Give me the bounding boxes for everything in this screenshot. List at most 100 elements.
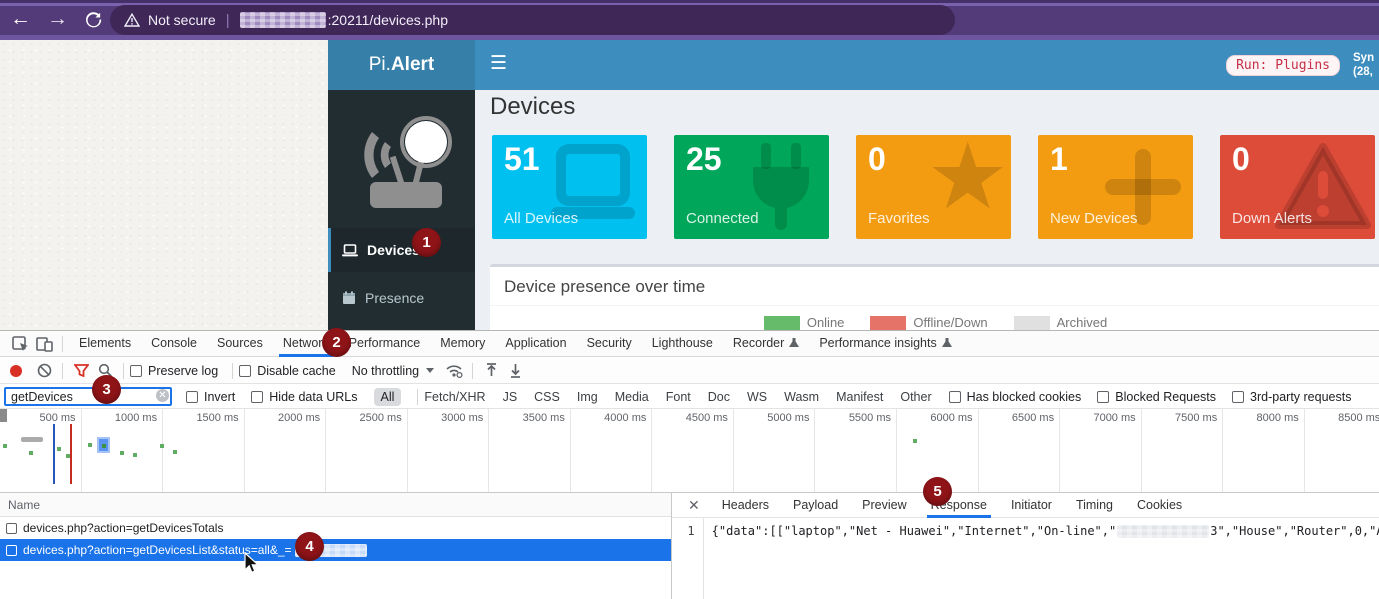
back-icon[interactable]: ← — [10, 6, 31, 32]
tab-performance[interactable]: Performance — [339, 331, 431, 357]
clear-network-log-icon[interactable] — [32, 361, 56, 381]
tab-headers[interactable]: Headers — [710, 493, 781, 518]
devtools-panel: Elements Console Sources Network Perform… — [0, 330, 1379, 599]
tab-preview[interactable]: Preview — [850, 493, 918, 518]
type-filter-css[interactable]: CSS — [534, 390, 560, 404]
network-bottom-split: Name devices.php?action=getDevicesTotals… — [0, 493, 1379, 599]
has-blocked-cookies-checkbox[interactable] — [949, 391, 961, 403]
type-filter-js[interactable]: JS — [503, 390, 518, 404]
request-row-selected[interactable]: devices.php?action=getDevicesList&status… — [0, 539, 671, 561]
invert-checkbox[interactable] — [186, 391, 198, 403]
tab-payload[interactable]: Payload — [781, 493, 850, 518]
timeline-tick: 3500 ms — [489, 409, 571, 492]
reload-icon[interactable] — [84, 10, 103, 29]
export-har-icon[interactable] — [503, 361, 527, 381]
request-list: Name devices.php?action=getDevicesTotals… — [0, 493, 672, 599]
type-filter-doc[interactable]: Doc — [708, 390, 730, 404]
divider — [232, 363, 233, 379]
tab-elements[interactable]: Elements — [69, 331, 141, 357]
card-label: Connected — [686, 210, 759, 227]
screenshot-root: ← → Not secure | :20211/devices.php Pi.A… — [0, 0, 1379, 599]
card-down-alerts[interactable]: 0 Down Alerts — [1220, 135, 1375, 239]
card-favorites[interactable]: 0 ★ Favorites — [856, 135, 1011, 239]
request-detail-pane: ✕ Headers Payload Preview Response Initi… — [672, 493, 1379, 599]
device-toolbar-icon[interactable] — [32, 334, 56, 354]
has-blocked-cookies[interactable]: Has blocked cookies — [949, 390, 1082, 404]
forward-icon[interactable]: → — [47, 6, 68, 32]
type-filter-fetch-xhr[interactable]: Fetch/XHR — [424, 390, 485, 404]
tab-sources[interactable]: Sources — [207, 331, 273, 357]
import-har-icon[interactable] — [479, 361, 503, 381]
app-navbar: ☰ Run: Plugins Syn(28, — [475, 40, 1379, 90]
card-new-devices[interactable]: 1 New Devices — [1038, 135, 1193, 239]
timeline-tick: 2000 ms — [245, 409, 327, 492]
clear-filter-icon[interactable]: ✕ — [156, 389, 169, 402]
waterfall-dot — [57, 447, 61, 451]
tab-timing[interactable]: Timing — [1064, 493, 1125, 518]
filter-input[interactable] — [4, 387, 172, 406]
record-network-log-icon[interactable] — [10, 365, 22, 377]
waterfall-dot — [3, 444, 7, 448]
menu-toggle-icon[interactable]: ☰ — [490, 52, 507, 75]
divider — [417, 389, 418, 405]
invert-filter[interactable]: Invert — [186, 390, 235, 404]
experiment-icon — [789, 332, 799, 357]
sidebar-item-presence[interactable]: Presence — [328, 276, 475, 320]
type-filter-wasm[interactable]: Wasm — [784, 390, 819, 404]
app-sidebar: Devices Presence — [328, 90, 475, 330]
type-filter-ws[interactable]: WS — [747, 390, 767, 404]
card-connected[interactable]: 25 Connected — [674, 135, 829, 239]
network-toolbar: Preserve log Disable cache No throttling — [0, 358, 1379, 384]
tab-memory[interactable]: Memory — [430, 331, 495, 357]
close-icon[interactable]: ✕ — [678, 497, 710, 514]
redacted-host — [240, 12, 326, 28]
waterfall-bar — [21, 437, 43, 442]
hide-data-urls[interactable]: Hide data URLs — [251, 390, 357, 404]
request-row[interactable]: devices.php?action=getDevicesTotals — [0, 517, 671, 539]
filter-icon[interactable] — [69, 361, 93, 381]
type-filter-manifest[interactable]: Manifest — [836, 390, 883, 404]
tab-console[interactable]: Console — [141, 331, 207, 357]
network-conditions-icon[interactable] — [442, 361, 466, 381]
card-all-devices[interactable]: 51 All Devices — [492, 135, 647, 239]
third-party-requests[interactable]: 3rd-party requests — [1232, 390, 1351, 404]
tab-application[interactable]: Application — [495, 331, 576, 357]
run-plugins-button[interactable]: Run: Plugins — [1226, 55, 1340, 76]
url-field[interactable]: Not secure | :20211/devices.php — [110, 5, 955, 35]
waterfall-dot — [160, 444, 164, 448]
timeline-tick: 4000 ms — [571, 409, 653, 492]
type-filter-img[interactable]: Img — [577, 390, 598, 404]
throttling-select[interactable]: No throttling — [352, 364, 434, 378]
timeline-scroll-nub — [0, 409, 7, 422]
inspect-element-icon[interactable] — [8, 334, 32, 354]
app-brand[interactable]: Pi.Alert — [328, 40, 475, 90]
type-filter-media[interactable]: Media — [615, 390, 649, 404]
tab-security[interactable]: Security — [577, 331, 642, 357]
request-checkbox[interactable] — [6, 523, 17, 534]
third-party-requests-checkbox[interactable] — [1232, 391, 1244, 403]
sidebar-item-devices[interactable]: Devices — [328, 228, 475, 272]
hide-data-urls-checkbox[interactable] — [251, 391, 263, 403]
preserve-log-checkbox[interactable] — [130, 365, 142, 377]
tab-performance-insights[interactable]: Performance insights — [809, 331, 961, 357]
type-filter-other[interactable]: Other — [900, 390, 931, 404]
type-filter-font[interactable]: Font — [666, 390, 691, 404]
tab-lighthouse[interactable]: Lighthouse — [642, 331, 723, 357]
request-checkbox[interactable] — [6, 545, 17, 556]
waterfall-dot — [88, 443, 92, 447]
card-value: 0 — [868, 141, 886, 178]
type-filter-all[interactable]: All — [374, 388, 402, 406]
timeline-tick: 2500 ms — [326, 409, 408, 492]
tab-recorder[interactable]: Recorder — [723, 331, 809, 357]
blocked-requests-checkbox[interactable] — [1097, 391, 1109, 403]
mouse-cursor-icon — [244, 552, 259, 574]
tab-initiator[interactable]: Initiator — [999, 493, 1064, 518]
disable-cache-checkbox[interactable] — [239, 365, 251, 377]
annotation-step-4: 4 — [295, 532, 324, 561]
blocked-requests[interactable]: Blocked Requests — [1097, 390, 1216, 404]
brand-pi: Pi. — [369, 54, 391, 76]
network-timeline-overview[interactable]: 500 ms 1000 ms 1500 ms 2000 ms 2500 ms 3… — [0, 409, 1379, 493]
annotation-step-5: 5 — [923, 477, 952, 506]
timeline-tick: 7500 ms — [1142, 409, 1224, 492]
tab-cookies[interactable]: Cookies — [1125, 493, 1194, 518]
